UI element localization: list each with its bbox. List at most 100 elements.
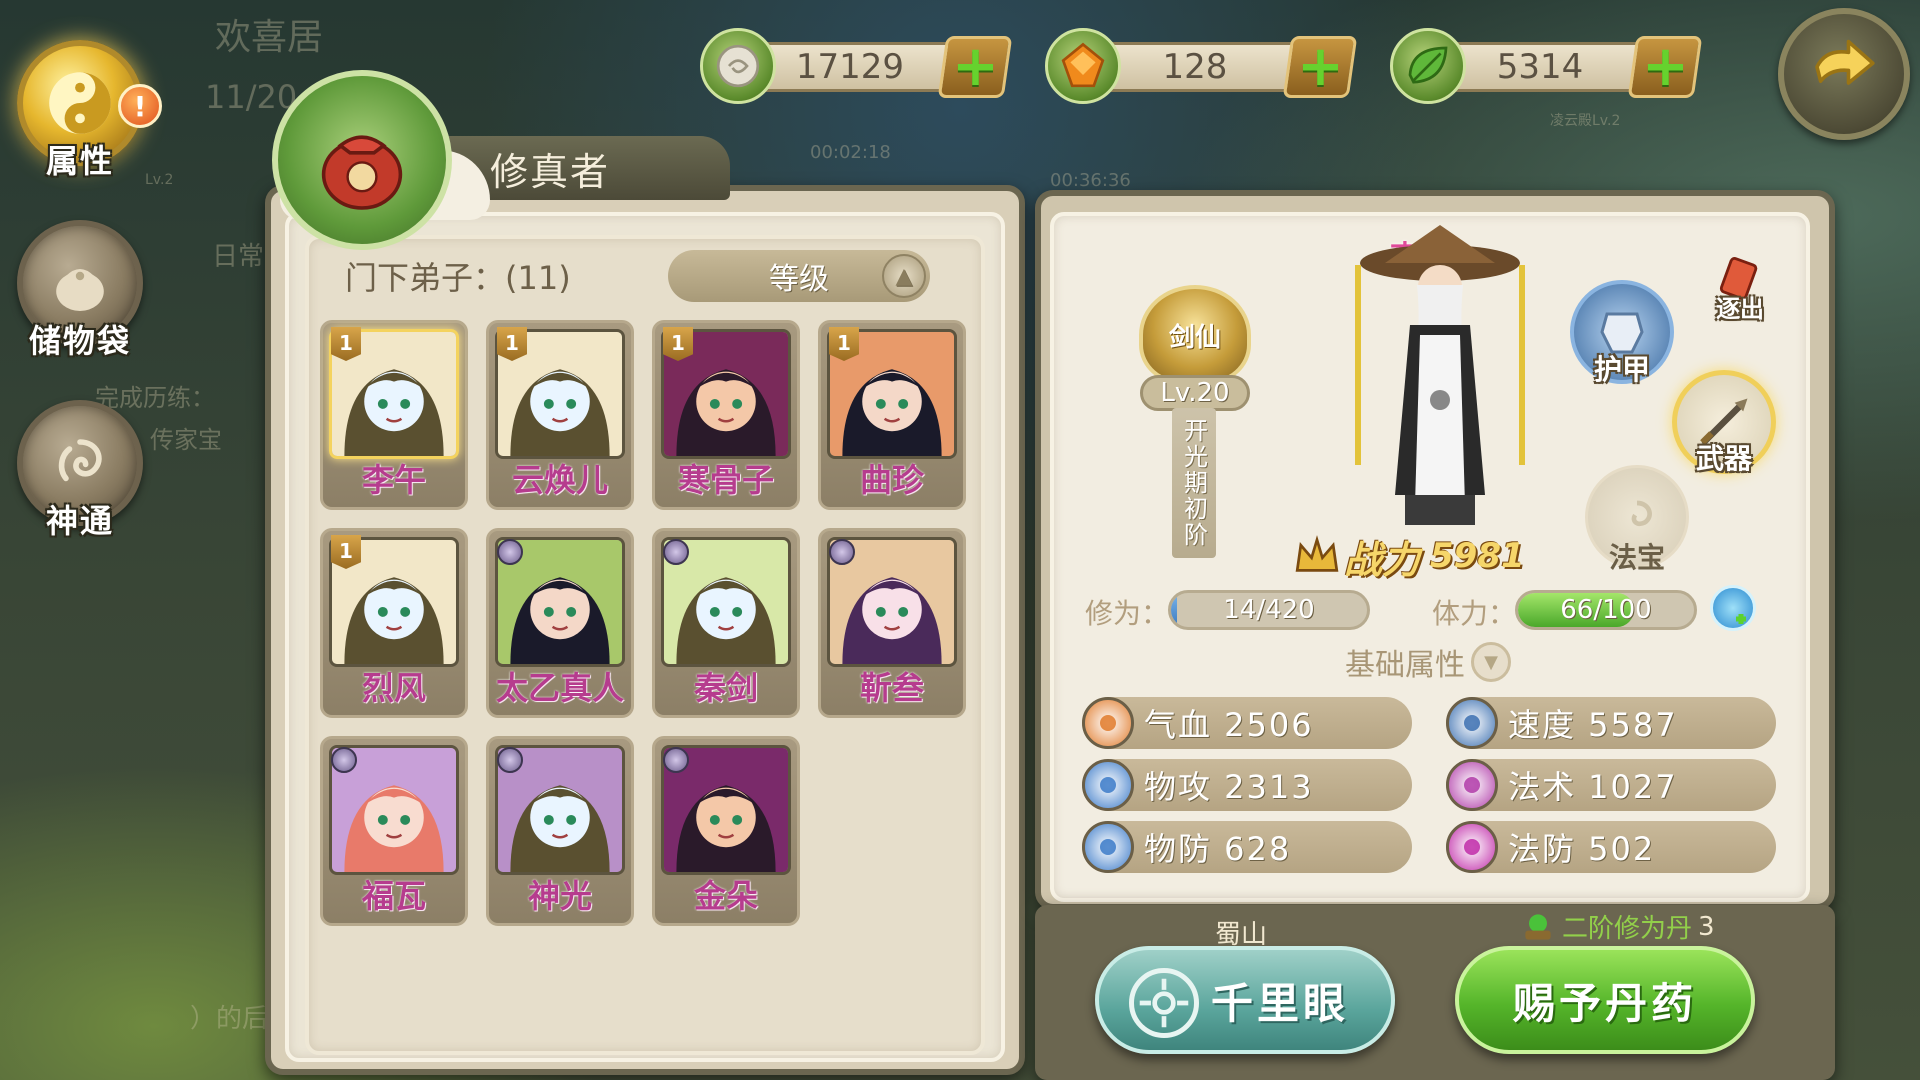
sort-label: 等级 [769, 262, 829, 297]
skill-badge-icon [331, 747, 357, 773]
disciple-card[interactable]: 1 云焕儿 [486, 320, 634, 510]
stat-speed: 速度 5587 [1446, 697, 1776, 749]
disciple-card[interactable]: 1 烈风 [320, 528, 468, 718]
flame-icon [1446, 759, 1498, 811]
stat-phys_atk: 物攻 2313 [1082, 759, 1412, 811]
bg-timer-2: 00:36:36 [1050, 170, 1131, 191]
orange-gem-icon [1045, 28, 1121, 104]
disciple-card[interactable]: 福瓦 [320, 736, 468, 926]
bg-map-label: 凌云殿Lv.2 [1550, 113, 1621, 129]
currency-silver: 17129 + [700, 28, 1013, 104]
realm-label: 开光期初阶 [1172, 408, 1216, 558]
stat-magic: 法术 1027 [1446, 759, 1776, 811]
bag-icon [56, 269, 104, 311]
compass-icon [1129, 968, 1199, 1038]
nav-storage-button[interactable]: 储物袋 [10, 220, 150, 370]
bg-date-fragment: 11/20 [205, 78, 298, 116]
silver-coin-icon [700, 28, 776, 104]
add-silver-button[interactable]: + [937, 34, 1013, 99]
stat-phys_def: 物防 628 [1082, 821, 1412, 873]
heart-icon [1082, 697, 1134, 749]
far-sight-label: 千里眼 [1210, 978, 1349, 1028]
treasure-slot[interactable]: 法宝 [1585, 465, 1689, 574]
disciple-level-tag: 1 [331, 535, 361, 569]
power-value: 5981 [1430, 536, 1525, 576]
disciple-name: 秦剑 [693, 669, 758, 707]
swirl-icon [58, 439, 102, 482]
wind-icon [1446, 697, 1498, 749]
sword-icon [1082, 759, 1134, 811]
nav-attributes-label: 属性 [45, 142, 114, 180]
disciple-card[interactable]: 1 李午 [320, 320, 468, 510]
class-level: Lv.20 [1140, 375, 1250, 411]
nav-abilities-label: 神通 [45, 502, 114, 540]
basic-attributes-header[interactable]: 基础属性 ▼ [1345, 640, 1511, 684]
disciple-name: 李午 [361, 461, 426, 499]
cultivation-value: 14/420 [1223, 595, 1315, 625]
back-arrow-icon [1815, 39, 1875, 85]
skill-badge-icon [497, 539, 523, 565]
disciple-name: 烈风 [361, 669, 426, 707]
weapon-slot[interactable]: 武器 [1672, 370, 1776, 475]
stamina-label: 体力： [1432, 597, 1517, 630]
add-stamina-button[interactable] [1710, 585, 1756, 631]
orb-icon [1446, 821, 1498, 873]
bg-timer-1: 00:02:18 [810, 142, 891, 163]
green-leaf-icon [1390, 28, 1466, 104]
cultivation-bar: 14/420 [1168, 590, 1370, 630]
disciple-card[interactable]: 1 寒骨子 [652, 320, 800, 510]
disciple-name: 寒骨子 [677, 461, 774, 499]
disciple-name: 曲珍 [859, 461, 924, 499]
disciple-name: 靳叁 [859, 669, 924, 707]
bg-quest-item: 传家宝 [150, 426, 222, 454]
add-stamina-icon [1736, 614, 1746, 624]
stat-text: 气血 2506 [1144, 706, 1314, 744]
treasure-bag-icon [272, 70, 452, 250]
currency-gem: 128 + [1045, 28, 1358, 104]
disciple-card[interactable]: 金朵 [652, 736, 800, 926]
disciple-card[interactable]: 神光 [486, 736, 634, 926]
bg-bottom-text: ）的后 [190, 1004, 269, 1034]
weapon-label: 武器 [1695, 442, 1752, 475]
disciple-name: 太乙真人 [495, 669, 624, 707]
disciple-card[interactable]: 1 曲珍 [818, 320, 966, 510]
sword-immortal-emblem-icon: 剑仙 [1139, 285, 1251, 385]
stat-text: 物攻 2313 [1144, 768, 1314, 806]
disciple-card[interactable]: 秦剑 [652, 528, 800, 718]
nav-storage-label: 储物袋 [28, 322, 131, 360]
stamina-value: 66/100 [1560, 595, 1652, 625]
add-gem-button[interactable]: + [1282, 34, 1358, 99]
class-name: 剑仙 [1168, 322, 1221, 353]
disciple-level-tag: 1 [829, 327, 859, 361]
disciple-card[interactable]: 靳叁 [818, 528, 966, 718]
armor-slot[interactable]: 护甲 [1570, 280, 1674, 386]
skill-badge-icon [663, 539, 689, 565]
add-leaf-button[interactable]: + [1627, 34, 1703, 99]
disciple-name: 云焕儿 [511, 461, 608, 499]
disciples-count-label: 门下弟子：(11) [345, 259, 571, 297]
grant-pills-button[interactable]: 赐予丹药 [1455, 946, 1755, 1054]
expel-label: 逐出 [1716, 295, 1764, 323]
pill-inventory: 二阶修为丹 3 [1520, 908, 1715, 945]
disciple-level-tag: 1 [497, 327, 527, 361]
disciple-level-tag: 1 [663, 327, 693, 361]
far-sight-button[interactable]: 千里眼 [1095, 946, 1395, 1054]
stat-hp: 气血 2506 [1082, 697, 1412, 749]
basic-attributes-label: 基础属性 [1345, 648, 1465, 683]
skill-badge-icon [829, 539, 855, 565]
sort-toggle-icon: ▲ [882, 254, 926, 298]
sort-by-level-button[interactable]: 等级 ▲ [668, 250, 930, 302]
back-button[interactable] [1778, 8, 1910, 140]
disciple-card[interactable]: 太乙真人 [486, 528, 634, 718]
pill-name: 二阶修为丹 [1562, 914, 1693, 944]
nav-abilities-button[interactable]: 神通 [10, 400, 150, 550]
stat-text: 速度 5587 [1508, 706, 1678, 744]
combat-power: 战力 5981 [1290, 528, 1550, 584]
alert-badge-icon: ! [118, 84, 162, 128]
disciple-name: 金朵 [693, 877, 758, 915]
expel-button[interactable]: 逐出 [1700, 240, 1780, 323]
cultivation-label: 修为： [1085, 597, 1170, 630]
stat-text: 法防 502 [1508, 830, 1656, 868]
yin-yang-icon [49, 72, 111, 134]
nav-attributes-button[interactable]: 属性 ! [10, 40, 162, 190]
